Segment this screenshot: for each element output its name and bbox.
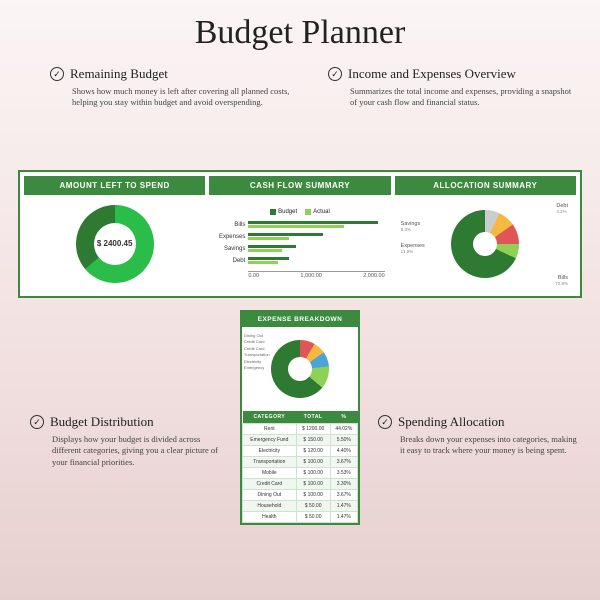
panel-amount-left: AMOUNT LEFT TO SPEND $ 2400.45 [24,176,205,292]
pie-label-expenses: Expenses 11.9% [401,243,425,254]
pie-label-bills: Bills 72.8% [555,275,568,286]
expense-breakdown-card: EXPENSE BREAKDOWN Dining Out Credit Card… [240,310,360,525]
feature-heading: Income and Expenses Overview [348,66,516,82]
feature-desc: Shows how much money is left after cover… [72,86,300,109]
pie-chart-icon [451,210,519,278]
feature-overview: ✓ Income and Expenses Overview Summarize… [328,66,578,109]
col-total: TOTAL [296,411,330,424]
feature-heading: Remaining Budget [70,66,168,82]
table-row: Rent$ 1200.0044.02% [243,424,358,435]
table-row: Emergency Fund$ 150.005.50% [243,435,358,446]
bar-row: Savings [215,245,384,253]
panel-cash-flow: CASH FLOW SUMMARY Budget Actual Bills Ex… [209,176,390,292]
feature-remaining: ✓ Remaining Budget Shows how much money … [50,66,300,109]
col-category: CATEGORY [243,411,297,424]
table-row: Mobile$ 100.003.53% [243,468,358,479]
table-row: Household$ 50.001.47% [243,501,358,512]
feature-allocation: ✓ Spending Allocation Breaks down your e… [378,414,578,457]
x-axis: 0.00 1,000.00 2,000.00 [248,271,384,279]
donut-chart-icon [271,340,329,398]
check-circle-icon: ✓ [328,67,342,81]
table-row: Transportation$ 100.003.67% [243,457,358,468]
breakdown-table: CATEGORY TOTAL % Rent$ 1200.0044.02%Emer… [242,411,358,523]
amount-left-value: $ 2400.45 [97,239,133,248]
bar-row: Bills [215,221,384,229]
feature-desc: Displays how your budget is divided acro… [52,434,230,468]
legend-actual: Actual [313,209,330,215]
bar-row: Debt [215,257,384,265]
panel-title: AMOUNT LEFT TO SPEND [24,176,205,195]
donut-legend: Dining Out Credit Card Credit Card Trans… [244,333,270,371]
feature-heading: Budget Distribution [50,414,154,430]
pie-label-debt: Debt 4.2% [556,203,568,214]
panel-title: CASH FLOW SUMMARY [209,176,390,195]
feature-desc: Summarizes the total income and expenses… [350,86,578,109]
table-row: Health$ 50.001.47% [243,512,358,523]
bar-row: Expenses [215,233,384,241]
check-circle-icon: ✓ [50,67,64,81]
check-circle-icon: ✓ [378,415,392,429]
table-row: Credit Card$ 100.003.30% [243,479,358,490]
page-title: Budget Planner [0,0,600,62]
panel-title: ALLOCATION SUMMARY [395,176,576,195]
col-pct: % [330,411,357,424]
panel-allocation: ALLOCATION SUMMARY Debt 4.2% Savings 8.3… [395,176,576,292]
pie-label-savings: Savings 8.3% [401,221,421,232]
feature-desc: Breaks down your expenses into categorie… [400,434,578,457]
feature-heading: Spending Allocation [398,414,505,430]
bar-chart: Budget Actual Bills Expenses Savings Deb… [209,205,390,283]
table-row: Electricity$ 120.004.40% [243,446,358,457]
legend-budget: Budget [278,209,297,215]
table-row: Dining Out$ 100.003.67% [243,490,358,501]
dashboard-row: AMOUNT LEFT TO SPEND $ 2400.45 CASH FLOW… [18,170,582,298]
check-circle-icon: ✓ [30,415,44,429]
legend: Budget Actual [215,209,384,215]
feature-distribution: ✓ Budget Distribution Displays how your … [30,414,230,468]
panel-title: EXPENSE BREAKDOWN [242,312,358,327]
